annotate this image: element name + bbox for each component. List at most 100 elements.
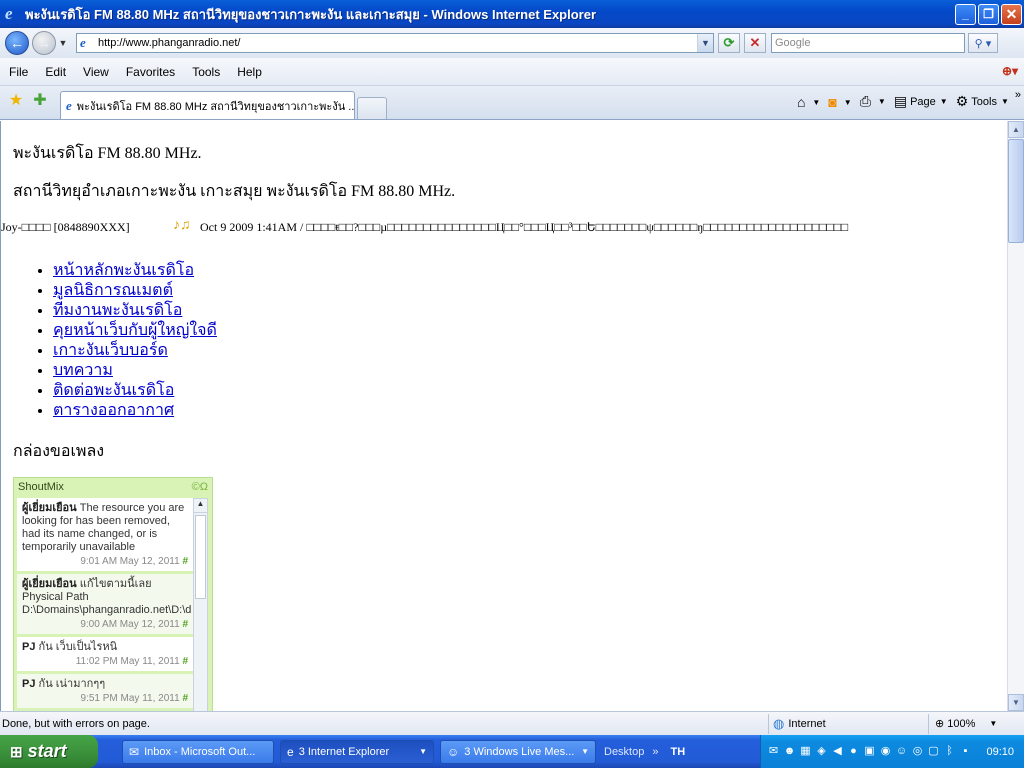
restore-button[interactable]: ❐ [978, 3, 999, 25]
url-dropdown[interactable]: ▼ [697, 34, 713, 52]
scroll-down-icon[interactable]: ▼ [1008, 694, 1024, 711]
chevron-icon[interactable]: » [652, 746, 658, 758]
chevron-down-icon: ▼ [581, 747, 589, 756]
nav-link-webboard[interactable]: เกาะงันเว็บบอร์ด [53, 342, 168, 359]
list-item: หน้าหลักพะงันเรดิโอ [53, 261, 217, 281]
gear-icon: ⚙ [955, 93, 969, 109]
translate-icon[interactable]: ⊕▾ [1002, 64, 1020, 80]
scroll-thumb[interactable] [1008, 139, 1024, 243]
language-indicator[interactable]: TH [670, 746, 685, 758]
outlook-icon: ✉ [129, 744, 140, 759]
tab-active[interactable]: e พะงันเรดิโอ FM 88.80 MHz สถานีวิทยุของ… [60, 91, 355, 119]
shout-time: 9:01 AM May 12, 2011 # [80, 556, 188, 567]
url-text[interactable]: http://www.phanganradio.net/ [98, 37, 697, 49]
desktop-toolbar[interactable]: Desktop [604, 746, 644, 758]
zoom-control[interactable]: ⊕ 100% ▼ [928, 713, 1024, 734]
scroll-thumb[interactable] [195, 515, 206, 599]
site-description: สถานีวิทยุอำเภอเกาะพะงัน เกาะสมุย พะงันเ… [13, 183, 456, 200]
search-input[interactable]: Google [771, 33, 965, 53]
scroll-up-icon[interactable]: ▲ [1008, 121, 1024, 138]
nav-link-contact[interactable]: ติดต่อพะงันเรดิโอ [53, 382, 174, 399]
shout-author: ผู้เยี่ยมเยือน [22, 502, 77, 514]
status-bar: Done, but with errors on page. ◍ Interne… [0, 711, 1024, 735]
nav-link-foundation[interactable]: มูลนิธิการณเมตต์ [53, 282, 173, 299]
taskbar-item-outlook[interactable]: ✉ Inbox - Microsoft Out... [122, 739, 274, 764]
scroll-up-icon[interactable]: ▲ [194, 499, 207, 513]
clock: 09:10 [986, 745, 1014, 758]
permalink-icon[interactable]: # [182, 656, 188, 667]
shield-icon[interactable]: ◈ [815, 745, 828, 758]
taskbar-item-ie[interactable]: e 3 Internet Explorer ▼ [280, 739, 434, 764]
menu-edit[interactable]: Edit [36, 65, 74, 79]
window-title: พะงันเรดิโอ FM 88.80 MHz สถานีวิทยุของชา… [25, 6, 597, 22]
device-icon[interactable]: ▪ [959, 745, 972, 758]
address-field[interactable]: e http://www.phanganradio.net/ ▼ [76, 33, 714, 53]
tools-menu[interactable]: ⚙ Tools ▼ [956, 93, 1009, 110]
favorites-star-icon[interactable]: ★ [6, 90, 26, 110]
shout-author: PJ [22, 641, 36, 653]
back-button[interactable]: ← [5, 31, 29, 55]
chevron-icon[interactable]: » [1015, 89, 1021, 101]
menu-file[interactable]: File [0, 65, 36, 79]
list-item: ผู้เยี่ยมเยือน The resource you are look… [17, 498, 193, 571]
nav-link-team[interactable]: ทีมงานพะงันเรดิโอ [53, 302, 182, 319]
nav-link-chat[interactable]: คุยหน้าเว็บกับผู้ใหญ่ใจดี [53, 322, 217, 339]
history-dropdown[interactable]: ▼ [56, 38, 70, 48]
menu-help[interactable]: Help [228, 65, 270, 79]
page-icon: e [80, 35, 86, 50]
list-item: มูลนิธิการณเมตต์ [53, 281, 217, 301]
nav-link-schedule[interactable]: ตารางออกอากาศ [53, 402, 174, 419]
menu-view[interactable]: View [74, 65, 117, 79]
start-button[interactable]: ⊞ start [0, 735, 98, 768]
page-menu[interactable]: ▤ Page ▼ [894, 93, 948, 110]
nav-link-articles[interactable]: บทความ [53, 362, 113, 379]
permalink-icon[interactable]: # [182, 556, 188, 567]
shout-time: 9:51 PM May 11, 2011 # [80, 693, 188, 704]
list-item: PJ กัน เน่ามากๆๆ 9:51 PM May 11, 2011 # [17, 674, 193, 708]
menu-bar: File Edit View Favorites Tools Help ⊕▾ [0, 58, 1024, 86]
antivirus-icon[interactable]: ● [847, 745, 860, 758]
song-box-title: กล่องขอเพลง [13, 443, 105, 460]
mail-icon[interactable]: ✉ [767, 745, 780, 758]
search-button[interactable]: ⚲ ▾ [968, 33, 998, 53]
monitor-icon[interactable]: ▣ [863, 745, 876, 758]
stop-button[interactable]: ✕ [744, 33, 766, 53]
page-content: พะงันเรดิโอ FM 88.80 MHz. สถานีวิทยุอำเภ… [0, 121, 1007, 711]
add-favorite-icon[interactable]: ✚ [30, 90, 50, 110]
shoutmix-scrollbar[interactable]: ▲ [193, 498, 208, 711]
shoutmix-options-icon[interactable]: ©Ω [192, 481, 208, 493]
users-icon[interactable]: ☻ [783, 745, 796, 758]
ie-icon: e [66, 97, 72, 113]
globe-icon: ◍ [773, 715, 785, 731]
close-button[interactable]: ✕ [1001, 3, 1022, 25]
shoutmix-list: ผู้เยี่ยมเยือน The resource you are look… [17, 498, 193, 711]
shout-time: 11:02 PM May 11, 2011 # [75, 656, 188, 667]
home-button[interactable]: ⌂ ▼ [797, 94, 820, 110]
permalink-icon[interactable]: # [182, 693, 188, 704]
taskbar-item-messenger[interactable]: ☺ 3 Windows Live Mes... ▼ [440, 739, 596, 764]
nav-link-home[interactable]: หน้าหลักพะงันเรดิโอ [53, 262, 194, 279]
ie-icon: e [5, 4, 13, 23]
list-item: บทความ [53, 361, 217, 381]
sync-icon[interactable]: ◎ [911, 745, 924, 758]
network-icon[interactable]: ▦ [799, 745, 812, 758]
forward-button[interactable]: → [32, 31, 56, 55]
minimize-button[interactable]: _ [955, 3, 976, 25]
refresh-button[interactable]: ⟳ [718, 33, 740, 53]
menu-tools[interactable]: Tools [183, 65, 228, 79]
marquee-ticker: Joy-□□□□ [0848890XXX] ♪♫ Oct 9 2009 1:41… [1, 220, 1001, 236]
feeds-button[interactable]: ◙ ▼ [828, 94, 851, 110]
bluetooth-icon[interactable]: ᛒ [943, 745, 956, 758]
volume-icon[interactable]: ◀ [831, 745, 844, 758]
permalink-icon[interactable]: # [182, 619, 188, 630]
print-button[interactable]: ⎙ ▼ [860, 93, 886, 110]
messenger-icon[interactable]: ☺ [895, 745, 908, 758]
shout-time: 9:00 AM May 12, 2011 # [80, 619, 188, 630]
site-name: พะงันเรดิโอ FM 88.80 MHz. [13, 145, 202, 162]
display-icon[interactable]: ▢ [927, 745, 940, 758]
security-zone[interactable]: ◍ Internet [768, 713, 928, 734]
new-tab-button[interactable] [357, 97, 387, 119]
update-icon[interactable]: ◉ [879, 745, 892, 758]
page-scrollbar[interactable]: ▲ ▼ [1007, 121, 1024, 711]
menu-favorites[interactable]: Favorites [117, 65, 183, 79]
